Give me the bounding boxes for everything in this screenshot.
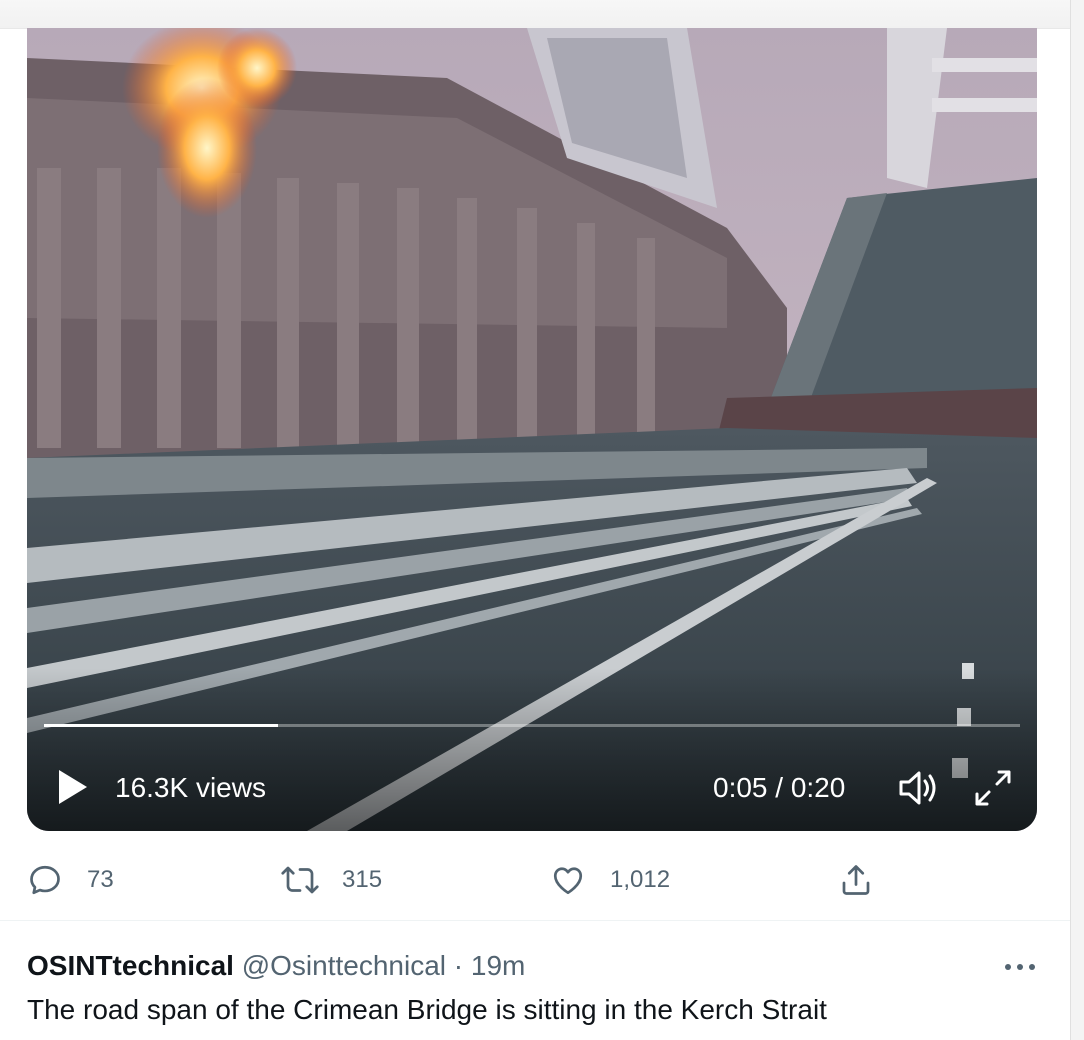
retweet-icon (281, 866, 319, 894)
heart-icon (553, 867, 583, 895)
play-button[interactable] (55, 768, 91, 806)
progress-bar[interactable] (44, 724, 1020, 727)
like-count: 1,012 (610, 866, 671, 893)
reply-icon (30, 865, 60, 895)
progress-fill (44, 724, 279, 727)
tweet-actions: 73 315 1,012 (0, 850, 1070, 910)
reply-count: 73 (87, 866, 114, 893)
author-handle[interactable]: @Osinttechnical (242, 950, 446, 981)
view-count: 16.3K views (115, 772, 266, 803)
volume-button[interactable] (897, 768, 941, 808)
retweet-button[interactable]: 315 (280, 858, 382, 902)
video-player[interactable]: 16.3K views 0:05 / 0:20 (27, 28, 1037, 831)
retweet-count: 315 (342, 866, 383, 893)
more-options-button[interactable] (1000, 952, 1040, 982)
volume-icon (899, 771, 936, 805)
author-name[interactable]: OSINTtechnical (27, 950, 234, 981)
next-tweet-header: OSINTtechnical @Osinttechnical · 19m (27, 950, 525, 982)
share-button[interactable] (838, 858, 874, 902)
tweet-divider (0, 920, 1070, 921)
more-icon (1005, 964, 1035, 970)
play-icon (59, 770, 87, 804)
tweet-timestamp[interactable]: 19m (471, 950, 525, 981)
fullscreen-button[interactable] (971, 766, 1015, 810)
separator-dot: · (453, 950, 464, 981)
fullscreen-icon (975, 770, 1011, 806)
reply-button[interactable]: 73 (27, 858, 114, 902)
scroll-edge (1070, 0, 1084, 1040)
video-time: 0:05 / 0:20 (713, 772, 846, 803)
tweet-text: The road span of the Crimean Bridge is s… (27, 994, 827, 1025)
controls-overlay (27, 668, 1037, 831)
top-bar (0, 0, 1070, 29)
share-icon (842, 865, 870, 895)
like-button[interactable]: 1,012 (550, 858, 670, 902)
